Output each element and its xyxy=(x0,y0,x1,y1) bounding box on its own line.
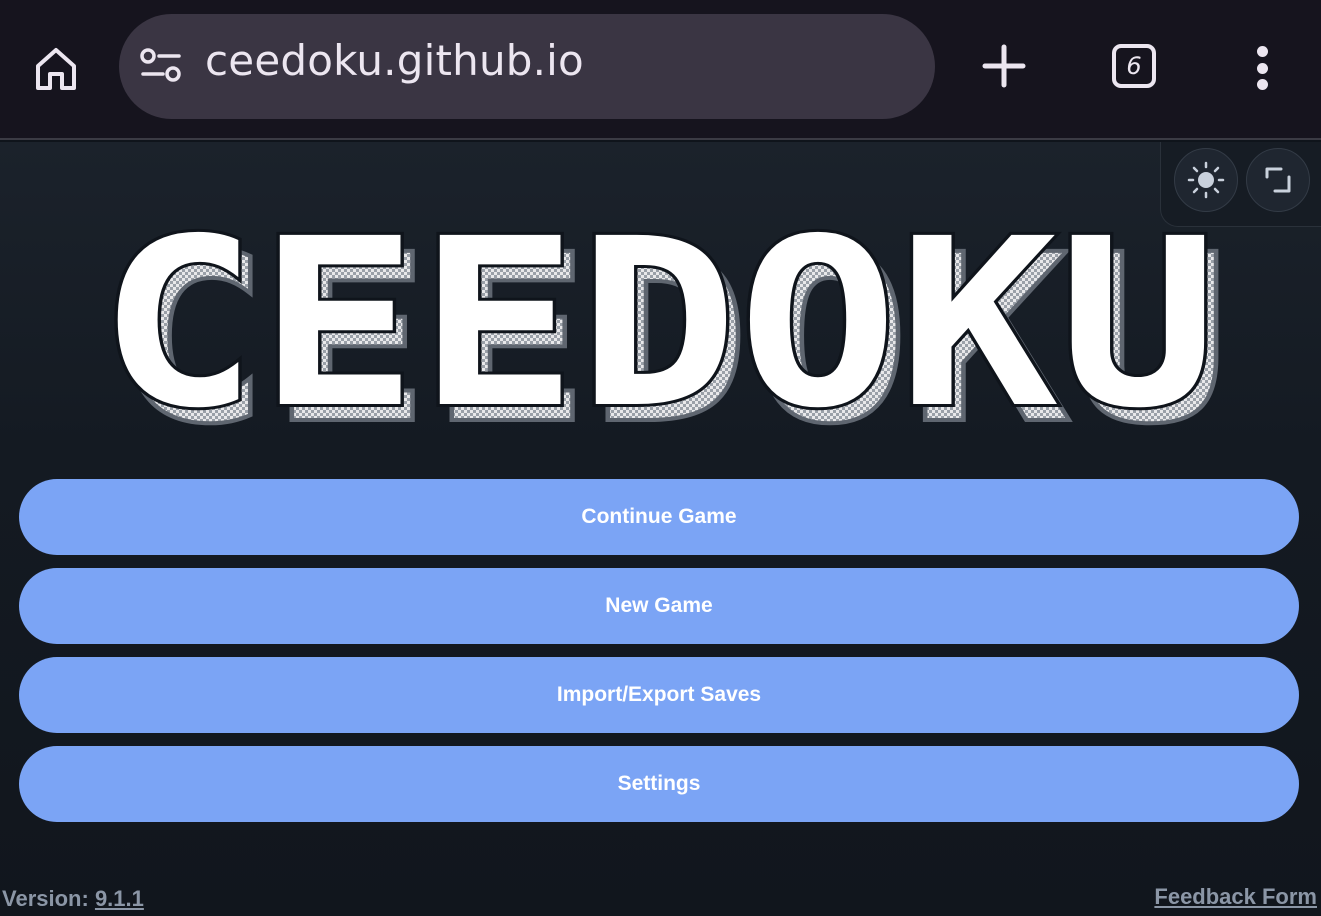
ceedoku-logo: CEEDOKU CEEDOKU xyxy=(80,186,1240,477)
feedback-form-link[interactable]: Feedback Form xyxy=(1154,884,1317,910)
import-export-saves-button[interactable]: Import/Export Saves xyxy=(19,657,1299,733)
new-tab-button[interactable] xyxy=(978,40,1030,92)
settings-button[interactable]: Settings xyxy=(19,746,1299,822)
version-link[interactable]: 9.1.1 xyxy=(95,886,144,911)
tab-switcher-button[interactable]: 6 xyxy=(1112,44,1156,88)
more-vertical-icon xyxy=(1256,46,1268,57)
logo-text: CEEDOKU xyxy=(98,224,1218,439)
version-info: Version: 9.1.1 xyxy=(2,886,144,912)
theme-toggle-button[interactable] xyxy=(1174,148,1238,212)
version-label: Version: xyxy=(2,886,89,911)
home-icon xyxy=(36,48,76,90)
sun-icon xyxy=(1187,161,1225,199)
fullscreen-icon xyxy=(1265,167,1291,193)
main-menu: Continue Game New Game Import/Export Sav… xyxy=(19,479,1299,835)
fullscreen-button[interactable] xyxy=(1246,148,1310,212)
site-settings-icon[interactable] xyxy=(139,46,183,86)
browser-menu-button[interactable] xyxy=(1246,42,1278,94)
continue-game-button[interactable]: Continue Game xyxy=(19,479,1299,555)
new-game-button[interactable]: New Game xyxy=(19,568,1299,644)
plus-icon xyxy=(982,44,1026,88)
tab-count: 6 xyxy=(1126,52,1142,80)
home-button[interactable] xyxy=(30,42,82,94)
url-text[interactable]: ceedoku.github.io xyxy=(205,36,584,85)
